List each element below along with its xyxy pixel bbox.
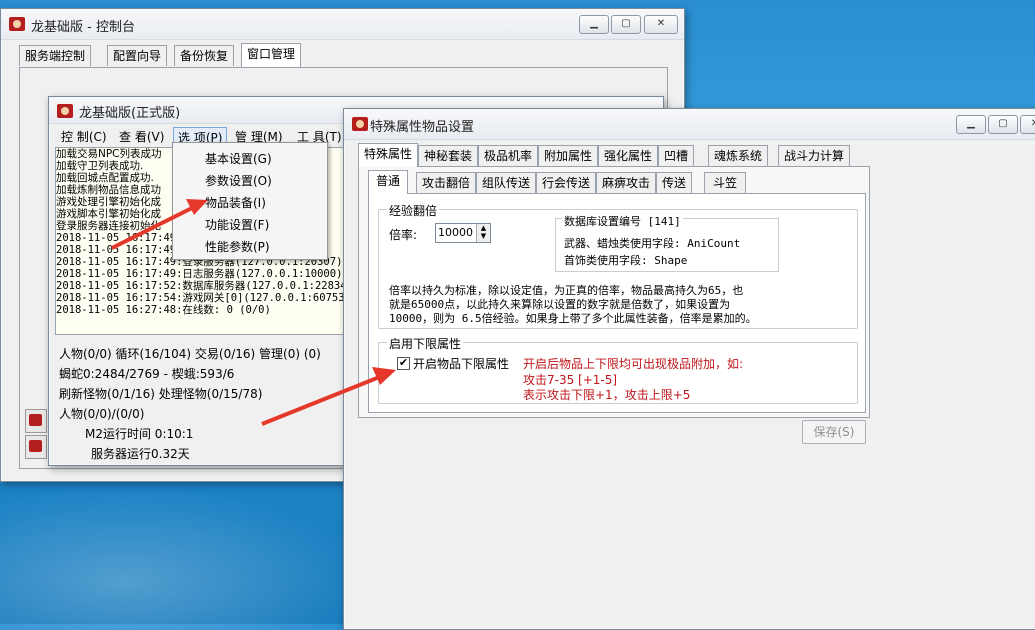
options-dropdown-menu: 基本设置(G) 参数设置(O) 物品装备(I) 功能设置(F) 性能参数(P) bbox=[172, 142, 328, 260]
lower-limit-checkbox[interactable]: ✔ bbox=[397, 357, 410, 370]
side-icon-2[interactable] bbox=[25, 435, 47, 459]
limit-note-line: 表示攻击下限+1，攻击上限+5 bbox=[523, 388, 691, 402]
tab-teleport[interactable]: 传送 bbox=[656, 172, 693, 193]
special-attr-dialog: 特殊属性物品设置 ▁ ▢ ✕ 特殊属性 神秘套装 极品机率 附加属性 强化属性 … bbox=[343, 108, 1035, 630]
tab-special-attr[interactable]: 特殊属性 bbox=[358, 143, 419, 167]
app-logo-icon bbox=[57, 104, 73, 118]
save-button-label: 保存(S) bbox=[813, 425, 855, 439]
limit-group-title: 启用下限属性 bbox=[387, 335, 464, 352]
stat-line: 刷新怪物(0/1/16) 处理怪物(0/15/78) bbox=[59, 387, 263, 401]
menu-item-basic-settings[interactable]: 基本设置(G) bbox=[205, 150, 272, 167]
menu-item-performance-params[interactable]: 性能参数(P) bbox=[205, 238, 270, 255]
log-line: 2018-11-05 16:27:48:在线数: 0 (0/0) bbox=[56, 304, 271, 316]
log-line: 2018-11-05 16:17:54:游戏网关[0](127.0.0.1:60… bbox=[56, 292, 345, 304]
menu-item-param-settings[interactable]: 参数设置(O) bbox=[205, 172, 272, 189]
dialog-close-button[interactable]: ✕ bbox=[1020, 115, 1035, 134]
app-logo-icon bbox=[9, 17, 25, 31]
dialog-tabs-row1: 特殊属性 神秘套装 极品机率 附加属性 强化属性 凹槽 魂炼系统 战斗力计算 bbox=[358, 143, 878, 167]
main-titlebar: 龙基础版 - 控制台 ▁ ▢ ✕ bbox=[1, 9, 684, 40]
stats-panel: 人物(0/0) 循环(16/104) 交易(0/16) 管理(0) (0) 蝎蛇… bbox=[55, 341, 355, 461]
tab-config-wizard[interactable]: 配置向导 bbox=[107, 45, 168, 66]
tab-soul-refine[interactable]: 魂炼系统 bbox=[708, 145, 769, 166]
log-line: 2018-11-05 16:17:49:日志服务器(127.0.0.1:1000… bbox=[56, 268, 343, 280]
menu-view[interactable]: 查 看(V) bbox=[115, 127, 168, 146]
exp-double-group: 经验翻倍 倍率: 10000 ▲ ▼ 数据库设置编号 [141] 武器、蜡烛类使用… bbox=[378, 202, 858, 329]
minimize-button[interactable]: ▁ bbox=[579, 15, 609, 34]
side-icon-1[interactable] bbox=[25, 409, 47, 433]
stat-line: 人物(0/0) 循环(16/104) 交易(0/16) 管理(0) (0) bbox=[59, 347, 321, 361]
tab-window-manage[interactable]: 窗口管理 bbox=[241, 43, 302, 67]
rate-input[interactable]: 10000 ▲ ▼ bbox=[435, 223, 491, 243]
menu-control[interactable]: 控 制(C) bbox=[57, 127, 111, 146]
main-tab-strip: 服务端控制 配置向导 备份恢复 窗口管理 bbox=[19, 43, 679, 67]
dialog-minimize-button[interactable]: ▁ bbox=[956, 115, 986, 134]
close-button[interactable]: ✕ bbox=[644, 15, 678, 34]
db-weapon-field: 武器、蜡烛类使用字段: AniCount bbox=[564, 237, 741, 250]
main-window-title: 龙基础版 - 控制台 bbox=[31, 20, 135, 35]
tab-combat-power[interactable]: 战斗力计算 bbox=[778, 145, 851, 166]
db-box-title: 数据库设置编号 [141] bbox=[562, 213, 683, 229]
tab-backup-restore[interactable]: 备份恢复 bbox=[174, 45, 235, 66]
tab-attack-double[interactable]: 攻击翻倍 bbox=[416, 172, 477, 193]
tab-team-teleport[interactable]: 组队传送 bbox=[476, 172, 537, 193]
log-line: 2018-11-05 16:17:52:数据库服务器(127.0.0.1:228… bbox=[56, 280, 347, 292]
tab-paralyze-attack[interactable]: 麻痹攻击 bbox=[596, 172, 657, 193]
dialog-title: 特殊属性物品设置 bbox=[370, 120, 475, 135]
tab-groove[interactable]: 凹槽 bbox=[658, 145, 695, 166]
rate-spin-icon[interactable]: ▲ ▼ bbox=[476, 224, 490, 242]
m2-runtime: M2运行时间 0:10:1 bbox=[85, 427, 194, 441]
lower-limit-checkbox-label[interactable]: 开启物品下限属性 bbox=[413, 355, 509, 372]
tab-mystery-set[interactable]: 神秘套装 bbox=[418, 145, 479, 166]
tab-guild-teleport[interactable]: 行会传送 bbox=[536, 172, 597, 193]
limit-note-line: 开启后物品上下限均可出现极品附加，如: bbox=[523, 357, 744, 371]
server-runtime: 服务器运行0.32天 bbox=[91, 447, 190, 461]
tab-enhance-attr[interactable]: 强化属性 bbox=[598, 145, 659, 166]
app-logo-icon bbox=[352, 117, 368, 131]
stat-line: 人物(0/0)/(0/0) bbox=[59, 407, 145, 421]
sub-window-title: 龙基础版(正式版) bbox=[79, 106, 181, 121]
stat-line: 蝎蛇0:2484/2769 - 楔蛾:593/6 bbox=[59, 367, 235, 381]
rate-value: 10000 bbox=[438, 226, 473, 239]
maximize-button[interactable]: ▢ bbox=[611, 15, 641, 34]
db-jewelry-field: 首饰类使用字段: Shape bbox=[564, 254, 688, 267]
rate-label: 倍率: bbox=[389, 228, 418, 242]
menu-item-function-settings[interactable]: 功能设置(F) bbox=[205, 216, 269, 233]
exp-group-title: 经验翻倍 bbox=[387, 202, 440, 219]
dialog-maximize-button[interactable]: ▢ bbox=[988, 115, 1018, 134]
tab-server-control[interactable]: 服务端控制 bbox=[19, 45, 92, 66]
exp-desc-line: 10000，则为 6.5倍经验。如果身上带了多个此属性装备，倍率是累加的。 bbox=[389, 312, 757, 325]
tab-normal[interactable]: 普通 bbox=[368, 170, 409, 194]
dialog-titlebar: 特殊属性物品设置 ▁ ▢ ✕ bbox=[344, 109, 1035, 140]
lower-limit-group: 启用下限属性 ✔ 开启物品下限属性 开启后物品上下限均可出现极品附加，如: 攻击… bbox=[378, 335, 858, 404]
db-settings-box: 数据库设置编号 [141] 武器、蜡烛类使用字段: AniCount 首饰类使用… bbox=[555, 213, 779, 272]
tab-bamboo-hat[interactable]: 斗笠 bbox=[704, 172, 747, 193]
menu-item-item-equipment[interactable]: 物品装备(I) bbox=[205, 194, 266, 211]
tab-rare-rate[interactable]: 极品机率 bbox=[478, 145, 539, 166]
tab-extra-attr[interactable]: 附加属性 bbox=[538, 145, 599, 166]
dialog-tabs-row2: 普通 攻击翻倍 组队传送 行会传送 麻痹攻击 传送 斗笠 bbox=[368, 170, 788, 194]
save-button[interactable]: 保存(S) bbox=[802, 420, 866, 444]
